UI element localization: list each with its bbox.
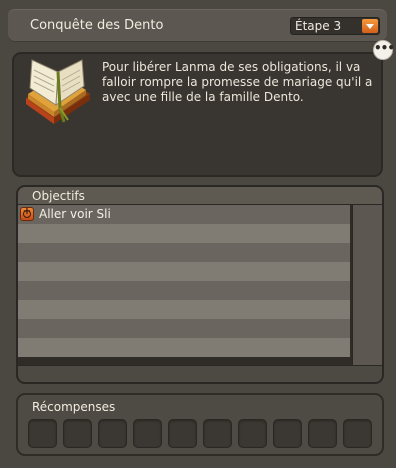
empty-row [18, 243, 350, 262]
objective-item[interactable]: Aller voir Sli [18, 205, 350, 224]
reward-slot[interactable] [203, 419, 232, 448]
step-dropdown[interactable]: Étape 3 [290, 17, 380, 35]
reward-slot[interactable] [343, 419, 372, 448]
reward-slot[interactable] [308, 419, 337, 448]
chevron-down-icon[interactable] [362, 19, 378, 33]
objectives-panel: Objectifs Aller voir Sli [16, 185, 384, 384]
empty-row [18, 281, 350, 300]
reward-slot[interactable] [28, 419, 57, 448]
empty-row [18, 319, 350, 338]
empty-row [18, 224, 350, 243]
reward-slot[interactable] [98, 419, 127, 448]
quest-title: Conquête des Dento [30, 18, 164, 33]
empty-row [18, 300, 350, 319]
objectives-list: Aller voir Sli [18, 205, 350, 357]
reward-slot[interactable] [238, 419, 267, 448]
quest-header: Conquête des Dento Étape 3 [8, 9, 387, 42]
reward-slot[interactable] [273, 419, 302, 448]
empty-row [18, 262, 350, 281]
more-options-icon[interactable]: ••• [373, 40, 395, 60]
objective-label: Aller voir Sli [39, 207, 111, 221]
empty-row [18, 338, 350, 357]
objectives-title: Objectifs [32, 189, 85, 203]
reward-slot[interactable] [168, 419, 197, 448]
add-icon[interactable] [20, 206, 34, 221]
quest-description: Pour libérer Lanma de ses obligations, i… [102, 60, 373, 104]
objectives-scrollbar[interactable] [352, 205, 382, 365]
reward-slot[interactable] [133, 419, 162, 448]
quest-description-panel: Pour libérer Lanma de ses obligations, i… [12, 52, 383, 177]
rewards-panel: Récompenses [16, 393, 384, 456]
reward-slot[interactable] [63, 419, 92, 448]
objectives-footer [18, 365, 382, 382]
rewards-title: Récompenses [32, 400, 116, 414]
step-dropdown-value: Étape 3 [295, 19, 342, 33]
book-icon [26, 59, 90, 124]
objectives-header: Objectifs [18, 187, 382, 205]
